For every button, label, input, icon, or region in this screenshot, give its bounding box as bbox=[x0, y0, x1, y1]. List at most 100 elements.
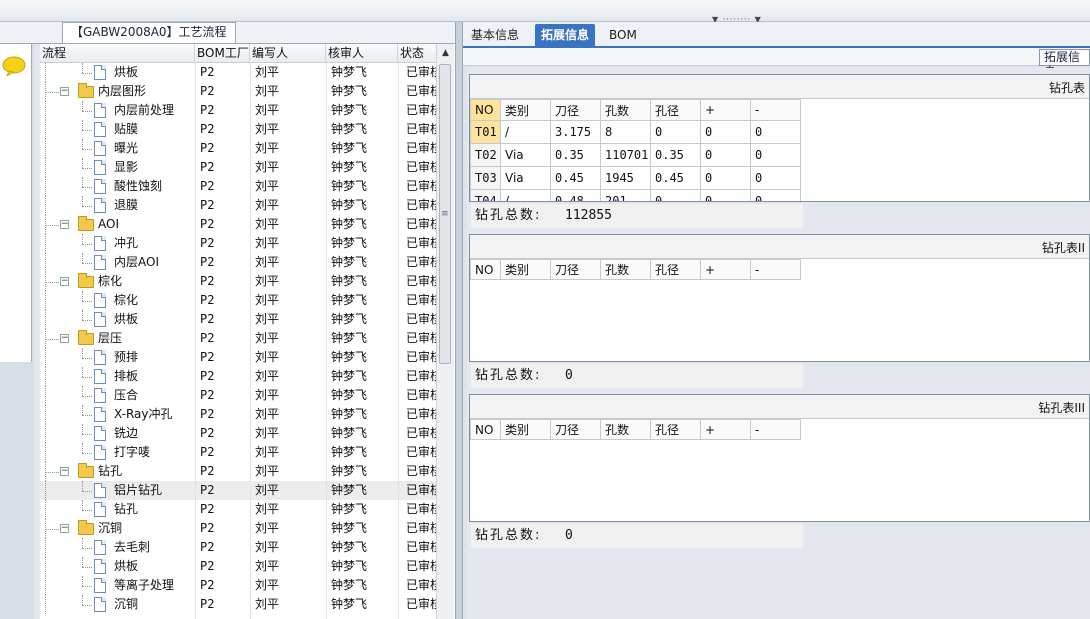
tree-node-label[interactable]: 烘板 bbox=[114, 310, 194, 329]
tree-row[interactable]: 冲孔 P2 刘平 钟梦飞 已审核 bbox=[40, 234, 436, 253]
scrollbar-thumb[interactable]: ≡ bbox=[439, 64, 451, 364]
drill-column-header-no[interactable]: NO bbox=[470, 259, 501, 280]
drill-column-header-minus[interactable]: - bbox=[750, 259, 801, 280]
tree-node-label[interactable]: 冲孔 bbox=[114, 234, 194, 253]
drill-cell-hole-count[interactable]: 8 bbox=[600, 120, 651, 144]
drill-cell-plus[interactable]: 0 bbox=[700, 120, 751, 144]
tree-node-label[interactable]: 钻孔 bbox=[114, 500, 194, 519]
collapse-toggle-icon[interactable]: − bbox=[60, 87, 69, 96]
drill-cell-no[interactable]: T01 bbox=[470, 120, 501, 144]
drill-cell-minus[interactable]: 0 bbox=[750, 166, 801, 190]
drill-cell-plus[interactable]: 0 bbox=[700, 166, 751, 190]
collapse-toggle-icon[interactable]: − bbox=[60, 220, 69, 229]
tree-row[interactable]: 铣边 P2 刘平 钟梦飞 已审核 bbox=[40, 424, 436, 443]
drill-column-header-plus[interactable]: + bbox=[700, 419, 751, 440]
drill-grid-row[interactable]: T02 Via 0.35 110701 0.35 0 0 bbox=[470, 143, 801, 167]
drill-cell-minus[interactable]: 0 bbox=[750, 189, 801, 201]
column-header-process[interactable]: 流程 bbox=[40, 44, 195, 63]
tree-node-label[interactable]: 等离子处理 bbox=[114, 576, 194, 595]
tree-row[interactable]: 排板 P2 刘平 钟梦飞 已审核 bbox=[40, 367, 436, 386]
tree-node-label[interactable]: 压合 bbox=[114, 386, 194, 405]
drill-column-header-hole-count[interactable]: 孔数 bbox=[600, 259, 651, 280]
drill-column-header-tool-diameter[interactable]: 刀径 bbox=[550, 419, 601, 440]
drill-column-header-minus[interactable]: - bbox=[750, 99, 801, 121]
drill-cell-hole-count[interactable]: 1945 bbox=[600, 166, 651, 190]
drill-column-header-no[interactable]: NO bbox=[470, 99, 501, 121]
tree-node-label[interactable]: 贴膜 bbox=[114, 120, 194, 139]
tree-row[interactable]: 烘板 P2 刘平 钟梦飞 已审核 bbox=[40, 557, 436, 576]
tree-row[interactable]: 退膜 P2 刘平 钟梦飞 已审核 bbox=[40, 196, 436, 215]
scroll-up-arrow-icon[interactable]: ▲ bbox=[437, 44, 454, 62]
drill-cell-tool-diameter[interactable]: 0.35 bbox=[550, 143, 601, 167]
extended-info-button[interactable]: 拓展信息 bbox=[1039, 49, 1090, 79]
drill-cell-hole-diameter[interactable]: 0 bbox=[650, 120, 701, 144]
tree-node-label[interactable]: 烘板 bbox=[114, 557, 194, 576]
tree-node-label[interactable]: 排板 bbox=[114, 367, 194, 386]
tree-row[interactable]: 贴膜 P2 刘平 钟梦飞 已审核 bbox=[40, 120, 436, 139]
drill-cell-no[interactable]: T02 bbox=[470, 143, 501, 167]
drill-cell-hole-count[interactable]: 201 bbox=[600, 189, 651, 201]
tab-process-flow[interactable]: 【GABW2008A0】工艺流程 bbox=[62, 22, 236, 43]
drill-column-header-plus[interactable]: + bbox=[700, 99, 751, 121]
tree-row[interactable]: 压合 P2 刘平 钟梦飞 已审核 bbox=[40, 386, 436, 405]
tab-bom[interactable]: BOM bbox=[603, 24, 643, 48]
drill-grid-row[interactable]: T04/0.48 201 0 0 0 bbox=[470, 189, 801, 201]
drill-cell-category[interactable]: / bbox=[500, 189, 551, 201]
collapse-toggle-icon[interactable]: − bbox=[60, 524, 69, 533]
tree-row[interactable]: 等离子处理 P2 刘平 钟梦飞 已审核 bbox=[40, 576, 436, 595]
tree-row[interactable]: − 层压 P2 刘平 钟梦飞 已审核 bbox=[40, 329, 436, 348]
drill-column-header-category[interactable]: 类别 bbox=[500, 99, 551, 121]
drill-cell-tool-diameter[interactable]: 0.45 bbox=[550, 166, 601, 190]
tree-row[interactable]: 钻孔 P2 刘平 钟梦飞 已审核 bbox=[40, 500, 436, 519]
tree-node-label[interactable]: 退膜 bbox=[114, 196, 194, 215]
tree-row[interactable]: − 棕化 P2 刘平 钟梦飞 已审核 bbox=[40, 272, 436, 291]
tree-row[interactable]: 棕化 P2 刘平 钟梦飞 已审核 bbox=[40, 291, 436, 310]
tree-row[interactable]: 内层AOI P2 刘平 钟梦飞 已审核 bbox=[40, 253, 436, 272]
column-header-reviewer[interactable]: 核审人 bbox=[326, 44, 398, 63]
drill-column-header-tool-diameter[interactable]: 刀径 bbox=[550, 259, 601, 280]
drill-cell-plus[interactable]: 0 bbox=[700, 189, 751, 201]
drill-column-header-hole-diameter[interactable]: 孔径 bbox=[650, 99, 701, 121]
tree-node-label[interactable]: 铣边 bbox=[114, 424, 194, 443]
drill-cell-hole-diameter[interactable]: 0 bbox=[650, 189, 701, 201]
column-header-bom-factory[interactable]: BOM工厂 bbox=[195, 44, 250, 63]
tab-basic-info[interactable]: 基本信息 bbox=[465, 24, 525, 48]
drill-cell-hole-count[interactable]: 110701 bbox=[600, 143, 651, 167]
tree-row[interactable]: 酸性蚀刻 P2 刘平 钟梦飞 已审核 bbox=[40, 177, 436, 196]
tree-node-label[interactable]: 棕化 bbox=[98, 272, 194, 291]
drill-column-header-tool-diameter[interactable]: 刀径 bbox=[550, 99, 601, 121]
column-header-author[interactable]: 编写人 bbox=[250, 44, 326, 63]
drill-cell-hole-diameter[interactable]: 0.35 bbox=[650, 143, 701, 167]
tree-node-label[interactable]: 钻孔 bbox=[98, 462, 194, 481]
tree-row[interactable]: − 沉铜 P2 刘平 钟梦飞 已审核 bbox=[40, 519, 436, 538]
drill-cell-category[interactable]: Via bbox=[500, 143, 551, 167]
drill-column-header-hole-count[interactable]: 孔数 bbox=[600, 419, 651, 440]
collapse-toggle-icon[interactable]: − bbox=[60, 467, 69, 476]
collapse-toggle-icon[interactable]: − bbox=[60, 334, 69, 343]
tree-node-label[interactable]: X-Ray冲孔 bbox=[114, 405, 194, 424]
tree-node-label[interactable]: 内层图形 bbox=[98, 82, 194, 101]
tree-node-label[interactable]: 沉铜 bbox=[114, 595, 194, 614]
drill-column-header-no[interactable]: NO bbox=[470, 419, 501, 440]
tree-node-label[interactable]: 曝光 bbox=[114, 139, 194, 158]
tree-node-label[interactable]: 铝片钻孔 bbox=[114, 481, 194, 500]
drill-cell-minus[interactable]: 0 bbox=[750, 143, 801, 167]
tree-row[interactable]: 预排 P2 刘平 钟梦飞 已审核 bbox=[40, 348, 436, 367]
tab-extended-info[interactable]: 拓展信息 bbox=[535, 24, 596, 48]
tree-row[interactable]: − 钻孔 P2 刘平 钟梦飞 已审核 bbox=[40, 462, 436, 481]
drill-column-header-minus[interactable]: - bbox=[750, 419, 801, 440]
drill-column-header-category[interactable]: 类别 bbox=[500, 259, 551, 280]
tree-node-label[interactable]: 棕化 bbox=[114, 291, 194, 310]
drill-cell-category[interactable]: / bbox=[500, 120, 551, 144]
tree-row[interactable]: X-Ray冲孔 P2 刘平 钟梦飞 已审核 bbox=[40, 405, 436, 424]
drill-cell-no[interactable]: T03 bbox=[470, 166, 501, 190]
tree-node-label[interactable]: 预排 bbox=[114, 348, 194, 367]
speech-bubble-icon[interactable] bbox=[2, 56, 26, 76]
drill-cell-minus[interactable]: 0 bbox=[750, 120, 801, 144]
tree-node-label[interactable]: 打字唛 bbox=[114, 443, 194, 462]
drill-cell-tool-diameter[interactable]: 3.175 bbox=[550, 120, 601, 144]
tree-row[interactable]: 铝片钻孔 P2 刘平 钟梦飞 已审核 bbox=[40, 481, 436, 500]
tree-node-label[interactable]: 层压 bbox=[98, 329, 194, 348]
tree-row[interactable]: − AOI P2 刘平 钟梦飞 已审核 bbox=[40, 215, 436, 234]
tree-node-label[interactable]: 去毛刺 bbox=[114, 538, 194, 557]
